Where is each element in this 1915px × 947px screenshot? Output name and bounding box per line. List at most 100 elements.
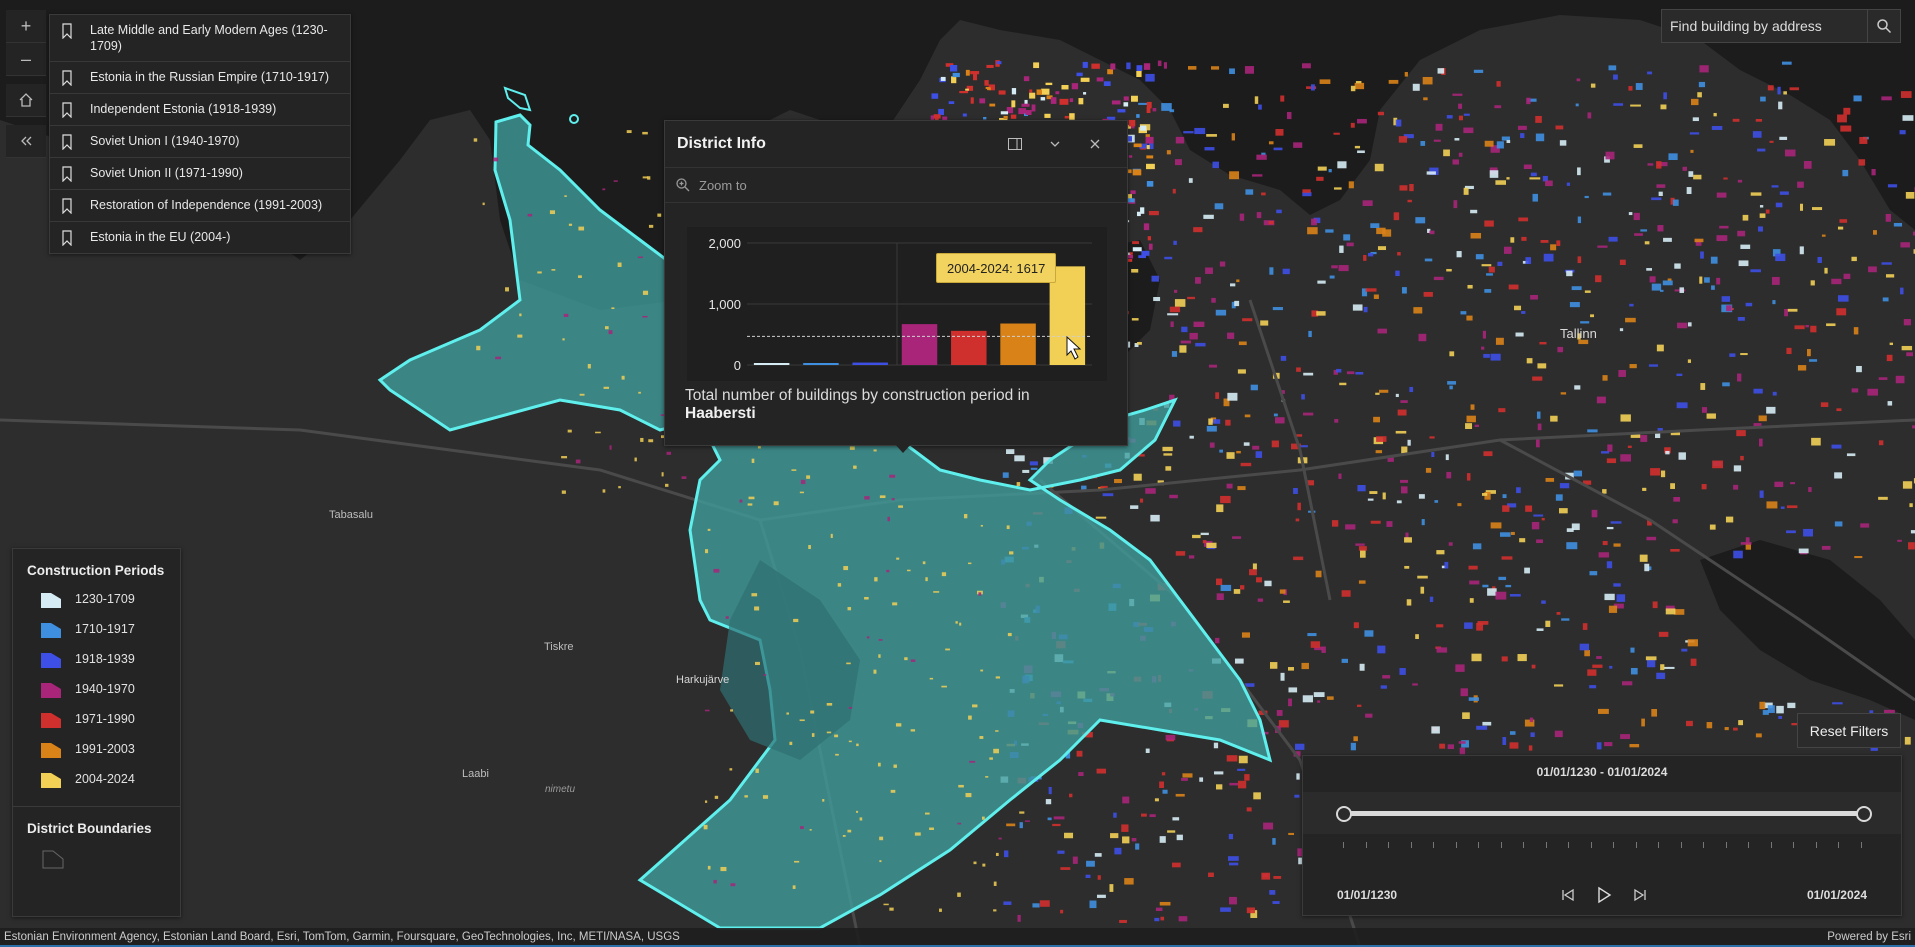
building	[969, 760, 976, 763]
bookmark-item[interactable]: Restoration of Independence (1991-2003)	[50, 190, 350, 222]
bookmark-item[interactable]: Soviet Union I (1940-1970)	[50, 126, 350, 158]
reset-filters-button[interactable]: Reset Filters	[1797, 713, 1901, 748]
building	[1315, 570, 1322, 578]
building	[1395, 393, 1399, 398]
building	[933, 114, 941, 119]
building	[609, 445, 612, 450]
building	[1165, 734, 1176, 741]
slider-end-thumb[interactable]	[1856, 806, 1872, 822]
building	[1821, 545, 1831, 550]
building	[1336, 368, 1342, 373]
building	[1607, 444, 1613, 452]
bookmark-item[interactable]: Independent Estonia (1918-1939)	[50, 94, 350, 126]
building	[730, 883, 736, 887]
address-search-input[interactable]	[1662, 10, 1867, 42]
building	[642, 315, 648, 318]
building	[1345, 524, 1356, 530]
building	[1775, 253, 1786, 262]
popup-header: District Info	[665, 121, 1127, 168]
slider-start-thumb[interactable]	[1336, 806, 1352, 822]
building	[1252, 445, 1260, 450]
building	[810, 710, 815, 714]
building	[925, 577, 928, 582]
slider-track[interactable]	[1343, 811, 1861, 816]
slider-tick	[1725, 842, 1727, 848]
building	[1337, 161, 1347, 169]
building	[972, 73, 978, 81]
building	[1584, 195, 1589, 199]
powered-by-esri[interactable]: Powered by Esri	[1827, 931, 1911, 943]
building	[1630, 667, 1638, 675]
zoom-in-button[interactable]: +	[6, 10, 46, 43]
building	[1854, 556, 1863, 559]
building	[1811, 207, 1823, 211]
close-icon	[1090, 139, 1100, 149]
building	[1152, 107, 1157, 112]
building	[1449, 351, 1455, 357]
building	[1523, 164, 1532, 170]
building	[1665, 608, 1676, 615]
building	[1758, 438, 1763, 447]
building	[1131, 318, 1139, 321]
bookmark-item[interactable]: Late Middle and Early Modern Ages (1230-…	[50, 15, 350, 62]
bookmark-item[interactable]: Estonia in the EU (2004-)	[50, 222, 350, 253]
building	[1271, 440, 1279, 448]
previous-button[interactable]	[1555, 884, 1581, 906]
bookmark-item[interactable]: Soviet Union II (1971-1990)	[50, 158, 350, 190]
building	[1710, 256, 1718, 264]
building	[618, 486, 621, 489]
building	[1699, 276, 1703, 284]
close-popup-button[interactable]	[1075, 129, 1115, 159]
search-button[interactable]	[1867, 10, 1900, 42]
building	[1794, 325, 1805, 330]
building	[1071, 83, 1079, 90]
zoom-out-button[interactable]: –	[6, 43, 46, 76]
building	[1086, 860, 1095, 867]
building	[604, 326, 609, 330]
legend-label: 1710-1917	[75, 622, 135, 636]
building	[1060, 909, 1064, 914]
attribution-sources: Estonian Environment Agency, Estonian La…	[4, 930, 680, 943]
building	[1533, 514, 1544, 517]
collapse-bookmarks-button[interactable]	[6, 125, 46, 158]
building	[1689, 132, 1700, 135]
dock-button[interactable]	[995, 129, 1035, 159]
play-button[interactable]	[1591, 884, 1617, 906]
home-button[interactable]	[6, 84, 46, 117]
building	[931, 93, 939, 99]
chart-caption: Total number of buildings by constructio…	[685, 387, 1115, 423]
building	[640, 437, 644, 442]
building	[1243, 442, 1250, 446]
building	[1787, 308, 1798, 312]
building	[1836, 408, 1842, 412]
building	[1146, 155, 1154, 159]
building	[972, 704, 978, 708]
building	[579, 393, 585, 396]
building	[1018, 108, 1027, 115]
building	[1170, 321, 1174, 328]
building	[1228, 833, 1234, 840]
zoom-to-action[interactable]: Zoom to	[665, 168, 1127, 203]
building	[603, 386, 610, 389]
building	[1670, 548, 1680, 552]
collapse-popup-button[interactable]	[1035, 129, 1075, 159]
building	[1069, 98, 1074, 103]
building	[1571, 523, 1580, 531]
building	[1182, 773, 1193, 778]
building	[1591, 509, 1598, 518]
next-button[interactable]	[1627, 884, 1653, 906]
building	[704, 709, 710, 712]
building	[1606, 458, 1617, 464]
building	[578, 226, 585, 231]
building	[1722, 382, 1730, 387]
building	[985, 86, 990, 89]
building	[1463, 113, 1470, 116]
building	[1138, 255, 1146, 259]
building	[1227, 332, 1235, 339]
building	[1458, 741, 1466, 744]
bookmark-item[interactable]: Estonia in the Russian Empire (1710-1917…	[50, 62, 350, 94]
building	[981, 816, 985, 820]
building	[1530, 732, 1535, 737]
building	[1446, 268, 1452, 272]
building	[1307, 633, 1317, 637]
